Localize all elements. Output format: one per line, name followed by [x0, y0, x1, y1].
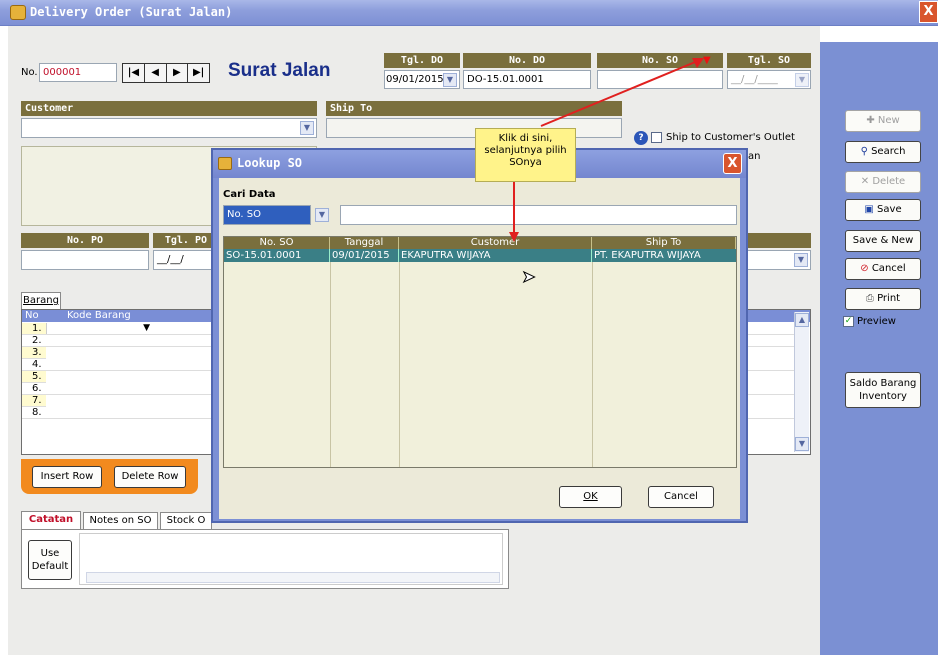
annotation-arrows — [509, 58, 704, 242]
arrow-to-no-so — [540, 59, 701, 127]
arrow-head-customer — [509, 232, 519, 242]
